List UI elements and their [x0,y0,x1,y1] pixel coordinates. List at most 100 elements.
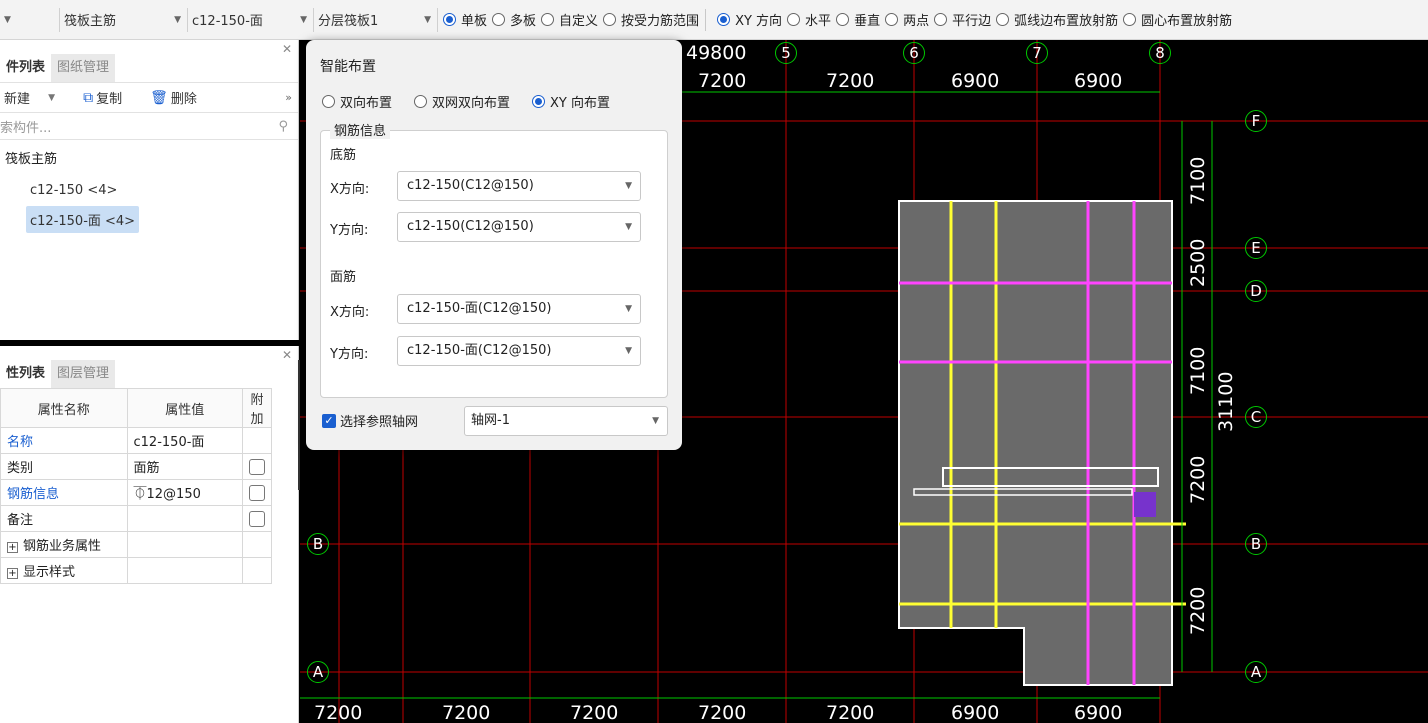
property-value[interactable]: ⏁12@150 [126,479,244,506]
dim-right-label: 7100 [1187,156,1209,205]
close-icon[interactable]: ✕ [282,42,292,56]
chevron-down-icon: ▼ [174,14,181,25]
rebar-select[interactable]: c12-150-面 ▼ [188,7,314,32]
property-name: 类别 [0,453,128,480]
layer-select[interactable]: 分层筏板1 ▼ [314,7,438,32]
radio-8[interactable]: 平行边 [934,10,991,29]
tree-item-c12-150[interactable]: c12-150 <4> [26,179,121,202]
new-label: 新建 [4,92,31,107]
expand-icon[interactable]: + [7,542,18,553]
bottom-x-select[interactable]: c12-150(C12@150) ▼ [397,171,641,201]
radio-label: 两点 [903,14,930,29]
axis-bubble-left[interactable]: B [307,533,329,555]
dim-right-label: 2500 [1187,238,1209,287]
placement-mode-radios: 单板 多板 自定义 按受力筋范围 XY 方向 水平 垂直 两点 平行边 弧线边布置放射筋 圆心布置放… [438,8,1232,31]
radio-6[interactable]: 垂直 [836,10,880,29]
reference-grid-checkbox[interactable]: ✓ 选择参照轴网 [322,411,418,430]
tab-property-list[interactable]: 性列表 [0,360,52,388]
chevron-down-icon: ▼ [625,304,632,314]
copy-button[interactable]: ⧉ 复制 [83,88,136,108]
dialog-option-0[interactable]: 双向布置 [322,92,392,111]
property-value[interactable] [126,505,244,532]
type-select[interactable]: 筏板主筋 ▼ [60,7,188,32]
radio-icon [1123,13,1137,26]
axis-bubble-right[interactable]: C [1245,406,1267,428]
component-panel-tabs: 件列表 图纸管理 [0,54,298,82]
axis-bubble-left[interactable]: A [307,661,329,683]
radio-label: 水平 [805,14,832,29]
layer-select-value: 分层筏板1 [318,14,379,29]
property-name: 备注 [0,505,128,532]
reference-grid-select[interactable]: 轴网-1 ▼ [464,406,668,436]
radio-0[interactable]: 单板 [443,10,487,29]
tree-root-raft-rebar[interactable]: 筏板主筋 [0,140,298,167]
axis-bubble-right[interactable]: A [1245,661,1267,683]
chevron-down-icon: ▼ [652,416,659,426]
radio-icon [836,13,850,26]
smart-placement-dialog: 智能布置 双向布置 双网双向布置 XY 向布置 钢筋信息 底筋 X方向: c12-1… [306,40,682,450]
extra-checkbox[interactable] [249,510,265,527]
tab-layer-management[interactable]: 图层管理 [51,360,116,388]
property-value[interactable]: 面筋 [126,453,244,480]
property-value[interactable]: c12-150-面 [126,427,244,454]
bottom-y-select[interactable]: c12-150(C12@150) ▼ [397,212,641,242]
radio-5[interactable]: 水平 [787,10,831,29]
selected-marker[interactable] [1134,492,1156,517]
axis-bubble-top[interactable]: 8 [1149,42,1171,64]
dim-top-label: 6900 [1074,70,1123,92]
axis-bubble-right[interactable]: F [1245,110,1267,132]
dialog-title: 智能布置 [320,59,376,75]
property-row[interactable]: 类别 面筋 [0,453,272,480]
radio-1[interactable]: 多板 [492,10,536,29]
radio-4[interactable]: XY 方向 [717,10,782,29]
delete-button[interactable]: 🗑 删除 [150,88,211,108]
axis-bubble-top[interactable]: 7 [1026,42,1048,64]
axis-bubble-right[interactable]: B [1245,533,1267,555]
raft-slab[interactable] [898,200,1173,686]
expand-icon[interactable]: + [7,568,18,579]
dialog-option-1[interactable]: 双网双向布置 [414,92,510,111]
axis-bubble-right[interactable]: D [1245,280,1267,302]
close-icon[interactable]: ✕ [282,348,292,362]
property-panel-tabs: 性列表 图层管理 [0,360,298,388]
radio-7[interactable]: 两点 [885,10,929,29]
group-row-rebar-business[interactable]: + 钢筋业务属性 [0,531,272,558]
property-name: 名称 [0,427,128,454]
reference-grid-label: 选择参照轴网 [340,415,419,430]
toolbar-divider [705,8,707,31]
extra-checkbox[interactable] [249,458,265,475]
tab-drawing-management[interactable]: 图纸管理 [51,54,116,82]
radio-2[interactable]: 自定义 [541,10,598,29]
more-button[interactable]: » [285,91,292,104]
delete-label: 删除 [170,92,197,107]
dialog-option-label: 双网双向布置 [432,96,511,111]
radio-9[interactable]: 弧线边布置放射筋 [996,10,1118,29]
radio-label: 圆心布置放射筋 [1141,14,1233,29]
property-row[interactable]: 备注 [0,505,272,532]
top-x-select[interactable]: c12-150-面(C12@150) ▼ [397,294,641,324]
extra-checkbox[interactable] [249,484,265,501]
property-row[interactable]: 名称 c12-150-面 [0,427,272,454]
property-list-panel: ✕ 性列表 图层管理 属性名称 属性值 附加 名称 c12-150-面 类别 面筋 钢筋… [0,346,299,723]
axis-bubble-top[interactable]: 5 [775,42,797,64]
top-y-select[interactable]: c12-150-面(C12@150) ▼ [397,336,641,366]
top-x-label: X方向: [330,305,370,320]
radio-10[interactable]: 圆心布置放射筋 [1123,10,1232,29]
group-row-display-style[interactable]: + 显示样式 [0,557,272,584]
copy-icon: ⧉ [83,89,94,106]
axis-bubble-top[interactable]: 6 [903,42,925,64]
new-button[interactable]: 新建 ▼ [4,88,69,107]
first-select[interactable]: ▼ [0,7,60,32]
radio-label: 垂直 [854,14,881,29]
property-extra [242,479,272,506]
radio-label: XY 方向 [735,14,783,29]
property-row[interactable]: 钢筋信息 ⏁12@150 [0,479,272,506]
trash-icon: 🗑 [150,89,168,106]
tab-component-list[interactable]: 件列表 [0,54,52,82]
radio-3[interactable]: 按受力筋范围 [603,10,699,29]
component-search-input[interactable]: 索构件... ⚲ [0,112,298,140]
component-list-panel: ✕ 件列表 图纸管理 新建 ▼ ⧉ 复制 🗑 删除 » 索构件... ⚲ 筏板主筋 … [0,40,299,340]
tree-item-c12-150-top[interactable]: c12-150-面 <4> [26,206,140,233]
axis-bubble-right[interactable]: E [1245,237,1267,259]
dialog-option-2[interactable]: XY 向布置 [532,92,610,111]
